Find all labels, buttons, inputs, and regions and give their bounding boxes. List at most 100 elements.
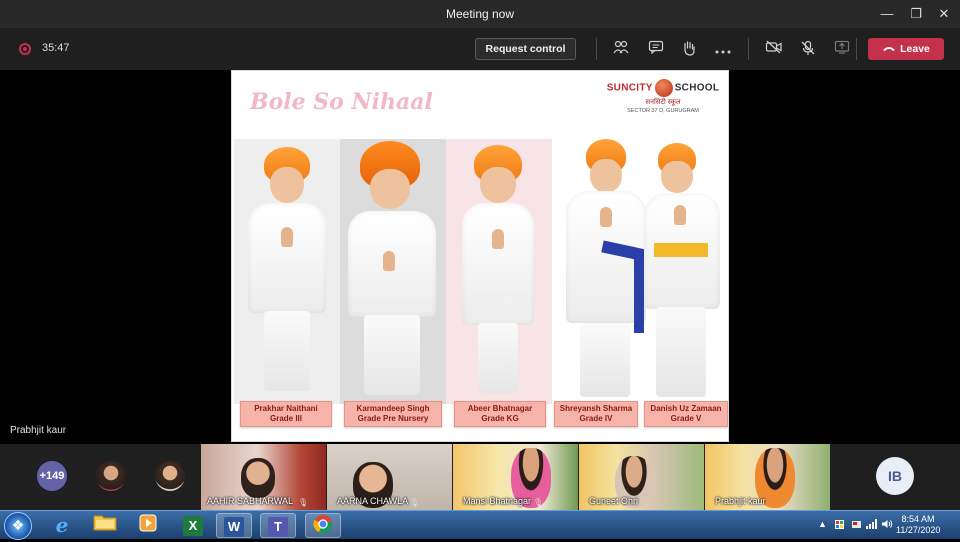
word-icon[interactable]: W: [216, 513, 252, 538]
camera-off-icon[interactable]: [764, 40, 784, 58]
student-name: Danish Uz Zamaan: [650, 404, 722, 413]
internet-explorer-icon[interactable]: e: [44, 513, 80, 538]
teams-glyph: T: [268, 517, 288, 537]
tile-name: AARNA CHAWLA: [337, 496, 409, 506]
toolbar-divider: [596, 38, 597, 60]
chrome-icon[interactable]: [305, 513, 341, 538]
tile-name: Mansi Bhatnagar: [463, 496, 532, 506]
student-grade: Grade V: [670, 414, 702, 423]
video-tile[interactable]: Guneet Ohri: [579, 444, 704, 510]
blue-sash: [634, 249, 644, 333]
raise-hand-icon[interactable]: [679, 40, 699, 58]
face: [590, 159, 622, 193]
clock-time: 8:54 AM: [901, 514, 935, 524]
minimize-button[interactable]: —: [876, 4, 898, 24]
file-explorer-icon[interactable]: [87, 513, 123, 538]
media-player-icon[interactable]: [130, 513, 166, 538]
video-tile[interactable]: Prabhjit kaur: [705, 444, 830, 510]
close-button[interactable]: ✕: [933, 4, 955, 24]
pants: [264, 311, 310, 391]
start-button[interactable]: [4, 512, 32, 540]
participant-avatar[interactable]: [96, 461, 126, 491]
self-avatar[interactable]: IB: [876, 457, 914, 495]
logo-brand-right: SCHOOL: [674, 82, 720, 94]
student-name-card-1: Prakhar Naithani Grade III: [240, 401, 332, 427]
face: [661, 161, 693, 193]
toolbar-divider: [856, 38, 857, 60]
logo-sector-text: SECTOR 37 D, GURUGRAM: [627, 108, 699, 114]
mic-off-icon: 🎙: [298, 498, 309, 507]
kurta: [462, 203, 534, 325]
shared-slide: Bole So Nihaal SUNCITY SCHOOL सनसिटी स्कू…: [231, 70, 729, 442]
student-grade: Grade Pre Nursery: [357, 414, 429, 423]
word-glyph: W: [224, 517, 244, 537]
request-control-button[interactable]: Request control: [475, 38, 576, 60]
action-center-flag-icon[interactable]: [834, 519, 845, 532]
clock-date: 11/27/2020: [896, 525, 941, 535]
student-name-card-2: Karmandeep Singh Grade Pre Nursery: [344, 401, 442, 427]
mic-off-icon: 🎙: [409, 498, 420, 507]
mic-off-icon: 🎙: [533, 498, 544, 507]
show-hidden-icons-icon[interactable]: ▲: [818, 519, 827, 529]
leave-button[interactable]: Leave: [868, 38, 944, 60]
window-title: Meeting now: [445, 7, 515, 21]
slide-heading: Bole So Nihaal: [250, 89, 433, 115]
folded-hands: [674, 205, 686, 225]
folded-hands: [281, 227, 293, 247]
student-grade: Grade KG: [481, 414, 519, 423]
mic-off-icon[interactable]: [798, 40, 818, 58]
volume-icon[interactable]: [881, 519, 893, 531]
chat-icon[interactable]: [646, 40, 666, 58]
more-options-icon[interactable]: [713, 40, 733, 58]
excel-icon[interactable]: X: [175, 513, 211, 538]
logo-brand-left: SUNCITY: [606, 82, 653, 94]
student-name: Karmandeep Singh: [356, 404, 430, 413]
participant-avatar[interactable]: [155, 461, 185, 491]
teams-icon[interactable]: T: [260, 513, 296, 538]
tile-name: Guneet Ohri: [589, 496, 639, 506]
school-logo: SUNCITY SCHOOL सनसिटी स्कूल SECTOR 37 D, …: [604, 79, 722, 114]
title-bar: Meeting now — ❐ ✕: [0, 0, 960, 28]
video-tile[interactable]: AAHIR SABHARWAL 🎙: [201, 444, 326, 510]
student-name-card-3: Abeer Bhatnagar Grade KG: [454, 401, 546, 427]
student-photo-2: [340, 139, 446, 404]
kurta: [248, 203, 326, 313]
participant-video: [241, 458, 275, 498]
windows-taskbar: e X W T ▲ 8:54 AM 11/27/2020: [0, 510, 960, 540]
student-grade: Grade III: [269, 414, 302, 423]
system-clock[interactable]: 8:54 AM 11/27/2020: [896, 514, 940, 536]
overflow-participants-badge[interactable]: +149: [37, 461, 67, 491]
student-name-card-5: Danish Uz Zamaan Grade V: [644, 401, 728, 427]
face: [270, 167, 304, 203]
restore-button[interactable]: ❐: [905, 4, 927, 24]
network-signal-icon[interactable]: [866, 519, 877, 531]
student-name: Abeer Bhatnagar: [467, 404, 533, 413]
pants: [478, 323, 518, 393]
yellow-sash: [654, 243, 708, 257]
share-screen-icon[interactable]: [832, 40, 852, 58]
pants: [580, 323, 630, 397]
face: [370, 169, 410, 209]
pants: [364, 315, 420, 395]
leave-label: Leave: [900, 43, 930, 55]
folded-hands: [600, 207, 612, 227]
student-name-card-4: Shreyansh Sharma Grade IV: [554, 401, 638, 427]
student-name: Prakhar Naithani: [254, 404, 318, 413]
globe-icon: [654, 79, 673, 97]
tile-name: AAHIR SABHARWAL: [207, 496, 294, 506]
excel-glyph: X: [183, 516, 203, 536]
video-tile[interactable]: Mansi Bhatnagar 🎙: [453, 444, 578, 510]
face: [480, 167, 516, 203]
participants-icon[interactable]: [611, 40, 631, 58]
logo-hindi-text: सनसिटी स्कूल: [645, 99, 681, 106]
student-name: Shreyansh Sharma: [559, 404, 633, 413]
folded-hands: [492, 229, 504, 249]
tray-app-icon[interactable]: [851, 519, 862, 532]
tile-name: Prabhjit kaur: [715, 496, 766, 506]
hang-up-icon: [882, 38, 896, 60]
meeting-timer: 35:47: [42, 42, 70, 54]
student-photo-4-5: [552, 139, 726, 404]
video-tile[interactable]: AARNA CHAWLA 🎙: [327, 444, 452, 510]
active-speaker-name: Prabhjit kaur: [10, 425, 67, 436]
folded-hands: [383, 251, 395, 271]
